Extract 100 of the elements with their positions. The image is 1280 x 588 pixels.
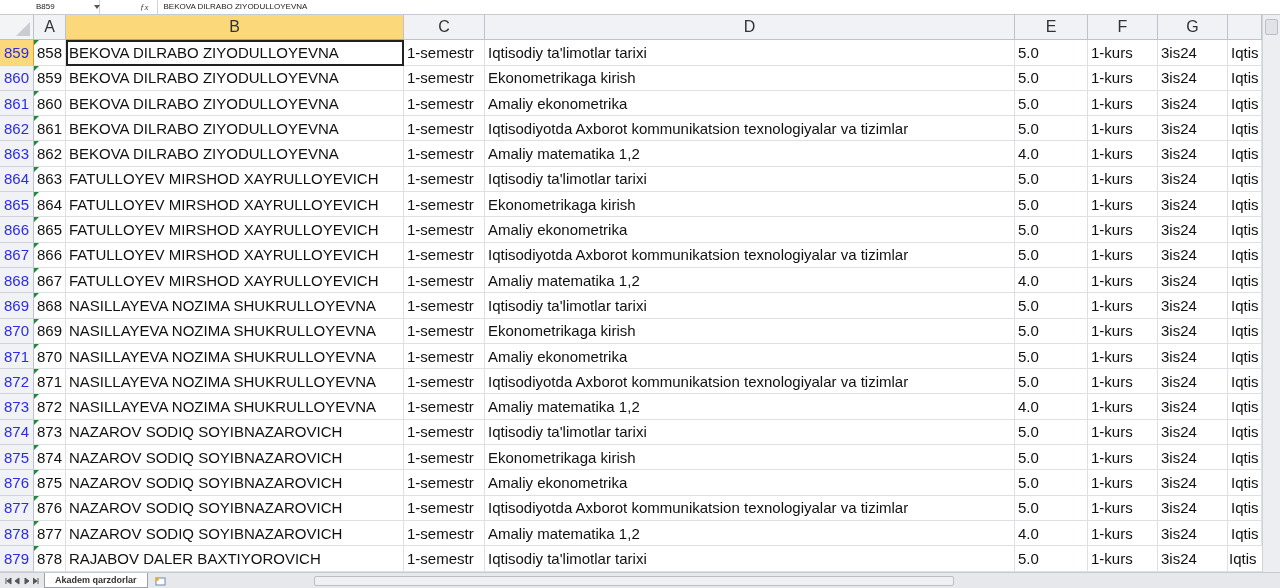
table-cell: NASILLAYEVA NOZIMA SHUKRULLOYEVNA xyxy=(66,394,404,420)
column-header[interactable]: D xyxy=(485,15,1015,40)
table-cell: Iqtisodiy ta'limotlar tarixi xyxy=(485,293,1015,319)
table-cell: 1-semestr xyxy=(404,166,485,193)
table-cell: 1-semestr xyxy=(404,546,485,572)
row-header[interactable]: 866 xyxy=(0,217,34,243)
row-header[interactable]: 865 xyxy=(0,192,34,218)
table-cell: 1-semestr xyxy=(404,419,485,446)
table-cell: NAZAROV SODIQ SOYIBNAZAROVICH xyxy=(66,419,404,446)
caret-icon[interactable] xyxy=(94,5,100,9)
row-header[interactable]: 876 xyxy=(0,470,34,496)
table-cell: Iqtisodiyotda Axborot kommunikatsion texnologiyalar va tizimlar xyxy=(485,369,1015,395)
table-cell: 3is24 xyxy=(1158,470,1228,496)
table-cell: 4.0 xyxy=(1015,141,1088,167)
table-cell: 1-semestr xyxy=(404,116,485,142)
table-cell: FATULLOYEV MIRSHOD XAYRULLOYEVICH xyxy=(66,217,404,243)
table-cell: 3is24 xyxy=(1158,116,1228,142)
table-cell: NAZAROV SODIQ SOYIBNAZAROVICH xyxy=(66,520,404,547)
table-cell: 1-semestr xyxy=(404,267,485,294)
table-cell: 858 xyxy=(34,40,66,66)
table-cell: 1-kurs xyxy=(1088,520,1158,547)
column-header[interactable]: F xyxy=(1088,15,1158,40)
table-cell: 3is24 xyxy=(1158,166,1228,193)
table-cell: BEKOVA DILRABO ZIYODULLOYEVNA xyxy=(66,141,404,167)
table-cell: FATULLOYEV MIRSHOD XAYRULLOYEVICH xyxy=(66,192,404,218)
table-cell: 3is24 xyxy=(1158,141,1228,167)
table-cell: 859 xyxy=(34,65,66,91)
table-cell: 3is24 xyxy=(1158,90,1228,117)
table-cell: 1-kurs xyxy=(1088,141,1158,167)
formula-field[interactable]: BEKOVA DILRABO ZIYODULLOYEVNA xyxy=(156,0,1280,14)
table-cell: 877 xyxy=(34,520,66,547)
row-header[interactable]: 869 xyxy=(0,293,34,319)
column-header[interactable]: E xyxy=(1015,15,1088,40)
table-cell: 1-kurs xyxy=(1088,192,1158,218)
table-cell: 1-semestr xyxy=(404,90,485,117)
table-cell: 865 xyxy=(34,217,66,243)
row-header[interactable]: 872 xyxy=(0,369,34,395)
table-cell: 5.0 xyxy=(1015,116,1088,142)
table-cell: 1-kurs xyxy=(1088,40,1158,66)
table-cell: FATULLOYEV MIRSHOD XAYRULLOYEVICH xyxy=(66,242,404,268)
table-cell: FATULLOYEV MIRSHOD XAYRULLOYEVICH xyxy=(66,166,404,193)
select-all-corner[interactable] xyxy=(0,15,34,40)
table-cell: 1-kurs xyxy=(1088,116,1158,142)
table-cell: BEKOVA DILRABO ZIYODULLOYEVNA xyxy=(66,40,404,66)
table-cell: 1-kurs xyxy=(1088,65,1158,91)
table-cell: 1-semestr xyxy=(404,343,485,370)
sheet-tab[interactable]: Akadem qarzdorlar xyxy=(44,573,148,588)
table-cell: BEKOVA DILRABO ZIYODULLOYEVNA xyxy=(66,116,404,142)
row-header[interactable]: 871 xyxy=(0,343,34,370)
column-header[interactable]: B xyxy=(66,15,404,40)
new-sheet-icon[interactable] xyxy=(153,575,166,586)
table-cell: 3is24 xyxy=(1158,520,1228,547)
table-cell: 1-semestr xyxy=(404,445,485,471)
row-header[interactable]: 861 xyxy=(0,90,34,117)
table-cell: Amaliy matematika 1,2 xyxy=(485,267,1015,294)
table-cell: Iqtisodiy ta'limotlar tarixi xyxy=(485,546,1015,572)
table-cell: Iqtisodiy ta'limotlar tarixi xyxy=(485,166,1015,193)
row-header[interactable]: 860 xyxy=(0,65,34,91)
row-header[interactable]: 864 xyxy=(0,166,34,193)
table-cell: BEKOVA DILRABO ZIYODULLOYEVNA xyxy=(66,90,404,117)
table-cell: 1-kurs xyxy=(1088,318,1158,344)
table-cell: 5.0 xyxy=(1015,369,1088,395)
table-cell: 3is24 xyxy=(1158,318,1228,344)
table-cell: 867 xyxy=(34,267,66,294)
sheet-navigation-icon[interactable] xyxy=(4,575,40,586)
table-cell: 3is24 xyxy=(1158,267,1228,294)
function-button[interactable]: ƒx xyxy=(140,2,149,12)
table-cell: 864 xyxy=(34,192,66,218)
table-cell: 863 xyxy=(34,166,66,193)
table-cell: 5.0 xyxy=(1015,293,1088,319)
row-header[interactable]: 879 xyxy=(0,546,34,572)
table-cell: Ekonometrikaga kirish xyxy=(485,65,1015,91)
column-header[interactable]: C xyxy=(404,15,485,40)
table-cell: 1-kurs xyxy=(1088,470,1158,496)
row-header[interactable]: 870 xyxy=(0,318,34,344)
table-cell: 1-kurs xyxy=(1088,445,1158,471)
table-cell: 3is24 xyxy=(1158,40,1228,66)
table-cell: Amaliy ekonometrika xyxy=(485,217,1015,243)
row-header[interactable]: 878 xyxy=(0,520,34,547)
table-cell: 3is24 xyxy=(1158,445,1228,471)
row-header[interactable]: 873 xyxy=(0,394,34,420)
table-cell: 3is24 xyxy=(1158,495,1228,521)
table-cell: Amaliy matematika 1,2 xyxy=(485,394,1015,420)
row-header[interactable]: 862 xyxy=(0,116,34,142)
table-cell: Iqtisodiyotda Axborot kommunikatsion texnologiyalar va tizimlar xyxy=(485,116,1015,142)
row-header[interactable]: 875 xyxy=(0,445,34,471)
row-header[interactable]: 877 xyxy=(0,495,34,521)
table-cell: 4.0 xyxy=(1015,520,1088,547)
column-header[interactable]: G xyxy=(1158,15,1228,40)
table-cell: 1-semestr xyxy=(404,318,485,344)
column-header[interactable]: A xyxy=(34,15,66,40)
table-cell: 862 xyxy=(34,141,66,167)
row-header[interactable]: 859 xyxy=(0,40,34,66)
row-header[interactable]: 868 xyxy=(0,267,34,294)
row-header[interactable]: 874 xyxy=(0,419,34,446)
row-header[interactable]: 867 xyxy=(0,242,34,268)
table-cell: NAZAROV SODIQ SOYIBNAZAROVICH xyxy=(66,470,404,496)
row-header[interactable]: 863 xyxy=(0,141,34,167)
table-cell: 874 xyxy=(34,445,66,471)
table-cell: NAZAROV SODIQ SOYIBNAZAROVICH xyxy=(66,495,404,521)
